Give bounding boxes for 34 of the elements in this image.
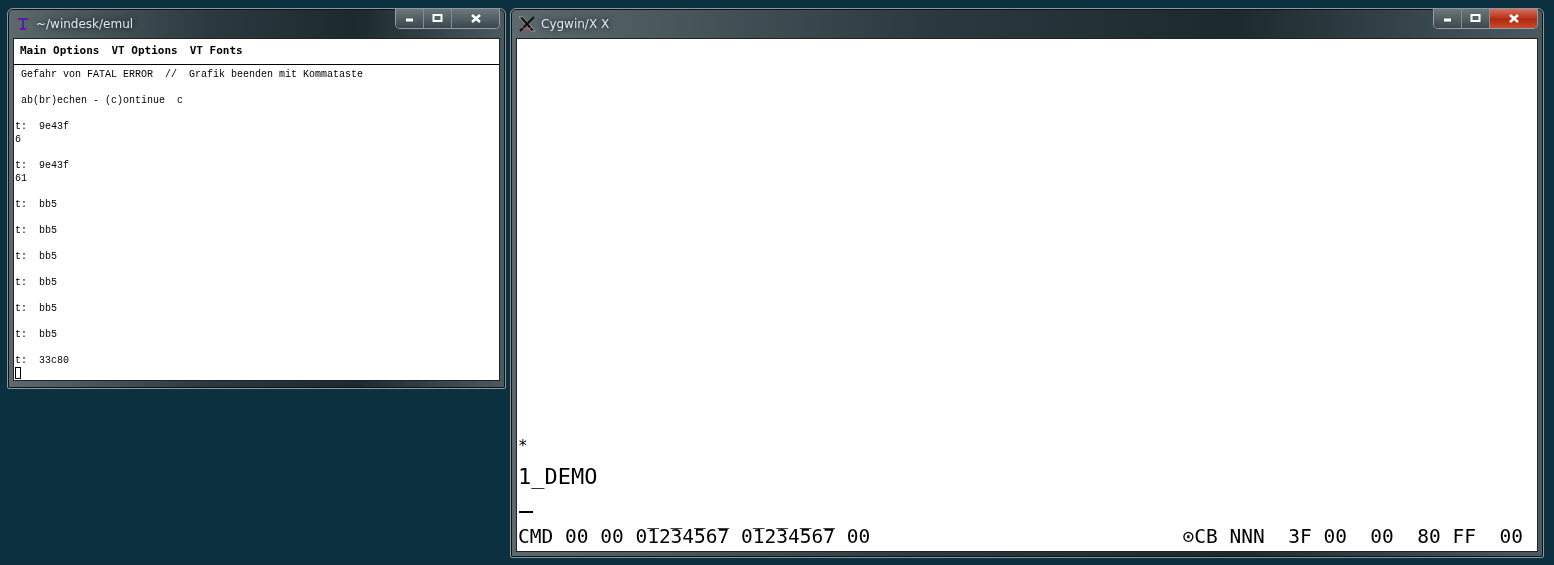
close-button[interactable] [452, 9, 499, 28]
text-cursor [15, 366, 21, 379]
maximize-icon [1468, 13, 1483, 24]
terminal-line: t: bb5 [15, 327, 58, 341]
terminal-line: 61 [15, 171, 28, 185]
terminal-icon [15, 15, 31, 32]
terminal-line: t: 9e43f [15, 119, 70, 133]
window-title: Cygwin/X X [541, 15, 610, 33]
window-title: ~/windesk/emul [36, 15, 134, 33]
terminal-line: t: bb5 [15, 275, 58, 289]
terminal-line: t: bb5 [15, 197, 58, 211]
terminal-line: t: bb5 [15, 301, 58, 315]
terminal-line: Gefahr von FATAL ERROR // Grafik beenden mit Kommataste [20, 67, 365, 81]
terminal-line: t: 33c80 [15, 353, 70, 367]
status-line: ⊙CB NNN 3F 00 00 80 FF 00 [1182, 526, 1523, 548]
maximize-icon [430, 13, 445, 24]
terminal-line: 6 [15, 132, 22, 146]
terminal-line: * [518, 437, 529, 455]
terminal-line: t: bb5 [15, 223, 58, 237]
minimize-button[interactable] [1434, 9, 1462, 28]
status-line: CMD 00 00 0̅12̅34̅56̅7 0̅12̅34̅56̅7 00 [518, 526, 871, 548]
close-button[interactable] [1490, 9, 1537, 28]
terminal-line: t: bb5 [15, 249, 58, 263]
maximize-button[interactable] [1462, 9, 1490, 28]
minimize-button[interactable] [396, 9, 424, 28]
menu-item[interactable]: VT Options [111, 43, 178, 60]
menu-item[interactable]: Main Options [20, 43, 100, 60]
x-logo-icon [518, 15, 536, 32]
terminal-line: 1_DEMO [518, 465, 599, 489]
maximize-button[interactable] [424, 9, 452, 28]
text-cursor [519, 511, 533, 513]
terminal-line: ab(br)echen - (c)ontinue c [20, 93, 185, 107]
terminal-line: t: 9e43f [15, 158, 70, 172]
menu-item[interactable]: VT Fonts [189, 43, 243, 60]
